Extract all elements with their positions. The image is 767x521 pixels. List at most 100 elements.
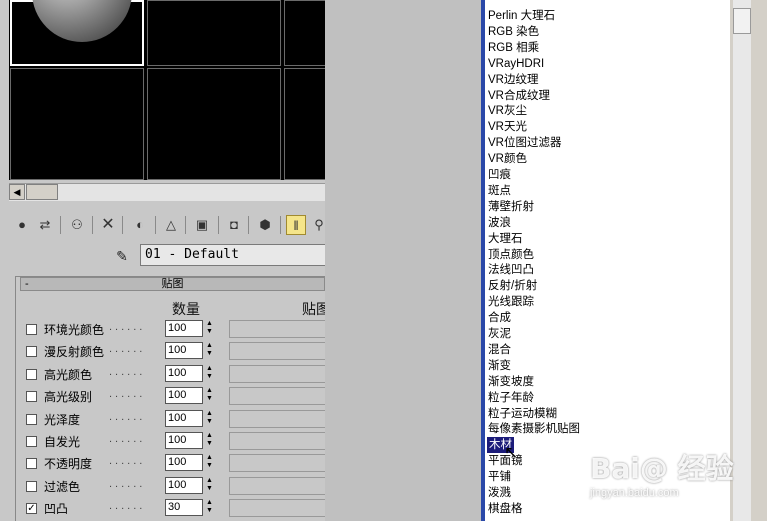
sample-slot[interactable] <box>284 0 325 66</box>
map-type-item[interactable]: 渐变坡度 <box>488 374 534 390</box>
map-type-item[interactable]: 灰泥 <box>488 326 511 342</box>
show-map-icon[interactable]: ◘ <box>224 215 244 235</box>
map-amount-input[interactable]: 100 <box>165 364 203 382</box>
list-vertical-scrollbar[interactable] <box>730 0 767 521</box>
map-type-item[interactable]: 棋盘格 <box>488 501 523 517</box>
map-type-item[interactable]: 顶点颜色 <box>488 247 534 263</box>
map-amount-input[interactable]: 100 <box>165 409 203 427</box>
map-type-item[interactable]: 凹痕 <box>488 167 511 183</box>
map-type-item[interactable]: 薄壁折射 <box>488 199 534 215</box>
map-type-item[interactable]: 合成 <box>488 310 511 326</box>
spinner-icon[interactable]: ▲ ▼ <box>204 499 215 516</box>
map-column-header: 贴图 <box>302 301 325 317</box>
go-to-parent-icon[interactable]: ‖ <box>286 215 306 235</box>
show-end-result-icon[interactable]: ⬢ <box>255 215 275 235</box>
map-type-item[interactable]: 粒子运动模糊 <box>488 406 557 422</box>
map-enable-checkbox[interactable] <box>26 324 37 335</box>
get-material-icon[interactable]: ● <box>12 215 32 235</box>
map-type-item[interactable]: 光线跟踪 <box>488 294 534 310</box>
map-type-item[interactable]: 混合 <box>488 342 511 358</box>
eyedropper-icon[interactable]: ✎ <box>110 246 134 266</box>
map-type-item[interactable]: VRayHDRI <box>488 56 544 72</box>
material-name-field[interactable]: 01 - Default <box>140 244 325 266</box>
map-type-item[interactable]: 每像素摄影机贴图 <box>488 421 580 437</box>
scroll-thumb[interactable] <box>733 8 751 34</box>
map-type-item[interactable]: VR灰尘 <box>488 103 527 119</box>
delete-icon[interactable]: ✕ <box>98 215 118 235</box>
map-type-item[interactable]: 反射/折射 <box>488 278 537 294</box>
spinner-icon[interactable]: ▲ ▼ <box>204 365 215 382</box>
material-sphere-preview <box>32 0 132 42</box>
go-forward-icon[interactable]: ⚲ <box>309 215 325 235</box>
sample-slot-active[interactable] <box>10 0 144 66</box>
map-enable-checkbox[interactable]: ✓ <box>26 503 37 515</box>
map-type-item[interactable]: Perlin 大理石 <box>488 8 555 24</box>
map-type-item[interactable]: VR天光 <box>488 119 527 135</box>
spinner-icon[interactable]: ▲ ▼ <box>204 454 215 471</box>
map-type-item[interactable]: 粒子年龄 <box>488 390 534 406</box>
map-browser-list[interactable]: Perlin 大理石 RGB 染色 RGB 相乘 VRayHDRI VR边纹理 VR合成纹… <box>481 0 730 521</box>
material-editor-panel: ◀ ● ⇄ ⚇ ✕ ◐ △ ▣ ◘ ⬢ ‖ ⚲ ✎ 01 - Default -… <box>0 0 325 521</box>
scroll-thumb[interactable] <box>26 184 58 200</box>
map-slot-button[interactable]: N <box>229 342 325 361</box>
map-type-item[interactable]: RGB 染色 <box>488 24 539 40</box>
map-enable-checkbox[interactable] <box>26 480 37 492</box>
spinner-icon[interactable]: ▲ ▼ <box>204 342 215 359</box>
arrow-left-icon[interactable]: ◀ <box>9 184 25 200</box>
map-enable-checkbox[interactable] <box>26 413 37 425</box>
spinner-icon[interactable]: ▲ ▼ <box>204 410 215 427</box>
map-slot-button[interactable]: N <box>229 364 325 383</box>
map-slot-button[interactable]: N <box>229 320 325 338</box>
put-to-library-icon[interactable]: △ <box>161 215 181 235</box>
map-amount-input[interactable]: 100 <box>165 320 203 337</box>
slots-horizontal-scrollbar[interactable]: ◀ <box>9 183 325 201</box>
map-amount-input[interactable]: 30 <box>165 499 203 517</box>
spinner-icon[interactable]: ▲ ▼ <box>204 320 215 337</box>
sample-slot[interactable] <box>147 0 281 66</box>
spinner-icon[interactable]: ▲ ▼ <box>204 477 215 494</box>
map-type-item[interactable]: 泼溅 <box>488 485 511 501</box>
leader-dots: ...... <box>109 455 146 468</box>
map-type-item[interactable]: 渐变 <box>488 358 511 374</box>
map-type-item[interactable]: 平铺 <box>488 469 511 485</box>
map-channel-label: 高光颜色 <box>44 367 93 382</box>
map-type-item[interactable]: 法线凹凸 <box>488 262 534 278</box>
map-enable-checkbox[interactable] <box>26 391 37 403</box>
make-unique-icon[interactable]: ◐ <box>130 215 150 235</box>
map-slot-button[interactable]: N <box>229 454 325 473</box>
map-type-item[interactable]: RGB 相乘 <box>488 40 539 56</box>
map-slot-button[interactable]: N <box>229 476 325 495</box>
map-type-item[interactable]: VR颜色 <box>488 151 527 167</box>
put-to-scene-icon[interactable]: ⇄ <box>35 215 55 235</box>
map-type-item[interactable]: 大理石 <box>488 231 523 247</box>
map-enable-checkbox[interactable] <box>26 346 37 358</box>
map-slot-button[interactable]: N <box>229 499 325 518</box>
map-amount-input[interactable]: 100 <box>165 387 203 405</box>
map-row: 光泽度...... 100▲▼ N <box>24 409 325 429</box>
map-enable-checkbox[interactable] <box>26 458 37 470</box>
map-slot-button[interactable]: N <box>229 387 325 406</box>
map-amount-input[interactable]: 100 <box>165 342 203 360</box>
map-type-item[interactable]: VR位图过滤器 <box>488 135 561 151</box>
map-enable-checkbox[interactable] <box>26 436 37 447</box>
assign-to-selection-icon[interactable]: ⚇ <box>67 215 87 235</box>
spinner-icon[interactable]: ▲ ▼ <box>204 432 215 449</box>
sample-slot[interactable] <box>284 68 325 180</box>
map-amount-input[interactable]: 100 <box>165 476 203 494</box>
map-type-item[interactable]: 波浪 <box>488 215 511 231</box>
sample-slot[interactable] <box>10 68 144 180</box>
maps-rollout-header[interactable]: - 贴图 <box>20 277 325 291</box>
map-type-item[interactable]: VR边纹理 <box>488 72 538 88</box>
map-slot-button[interactable]: N <box>229 432 325 450</box>
map-slot-button[interactable]: N <box>229 409 325 428</box>
leader-dots: ...... <box>109 365 146 378</box>
map-enable-checkbox[interactable] <box>26 368 37 380</box>
scroll-track[interactable] <box>733 0 751 521</box>
material-id-icon[interactable]: ▣ <box>192 215 212 235</box>
spinner-icon[interactable]: ▲ ▼ <box>204 387 215 404</box>
map-amount-input[interactable]: 100 <box>165 454 203 472</box>
map-type-item[interactable]: VR合成纹理 <box>488 88 550 104</box>
sample-slot[interactable] <box>147 68 281 180</box>
map-type-item[interactable]: 斑点 <box>488 183 511 199</box>
map-amount-input[interactable]: 100 <box>165 432 203 449</box>
